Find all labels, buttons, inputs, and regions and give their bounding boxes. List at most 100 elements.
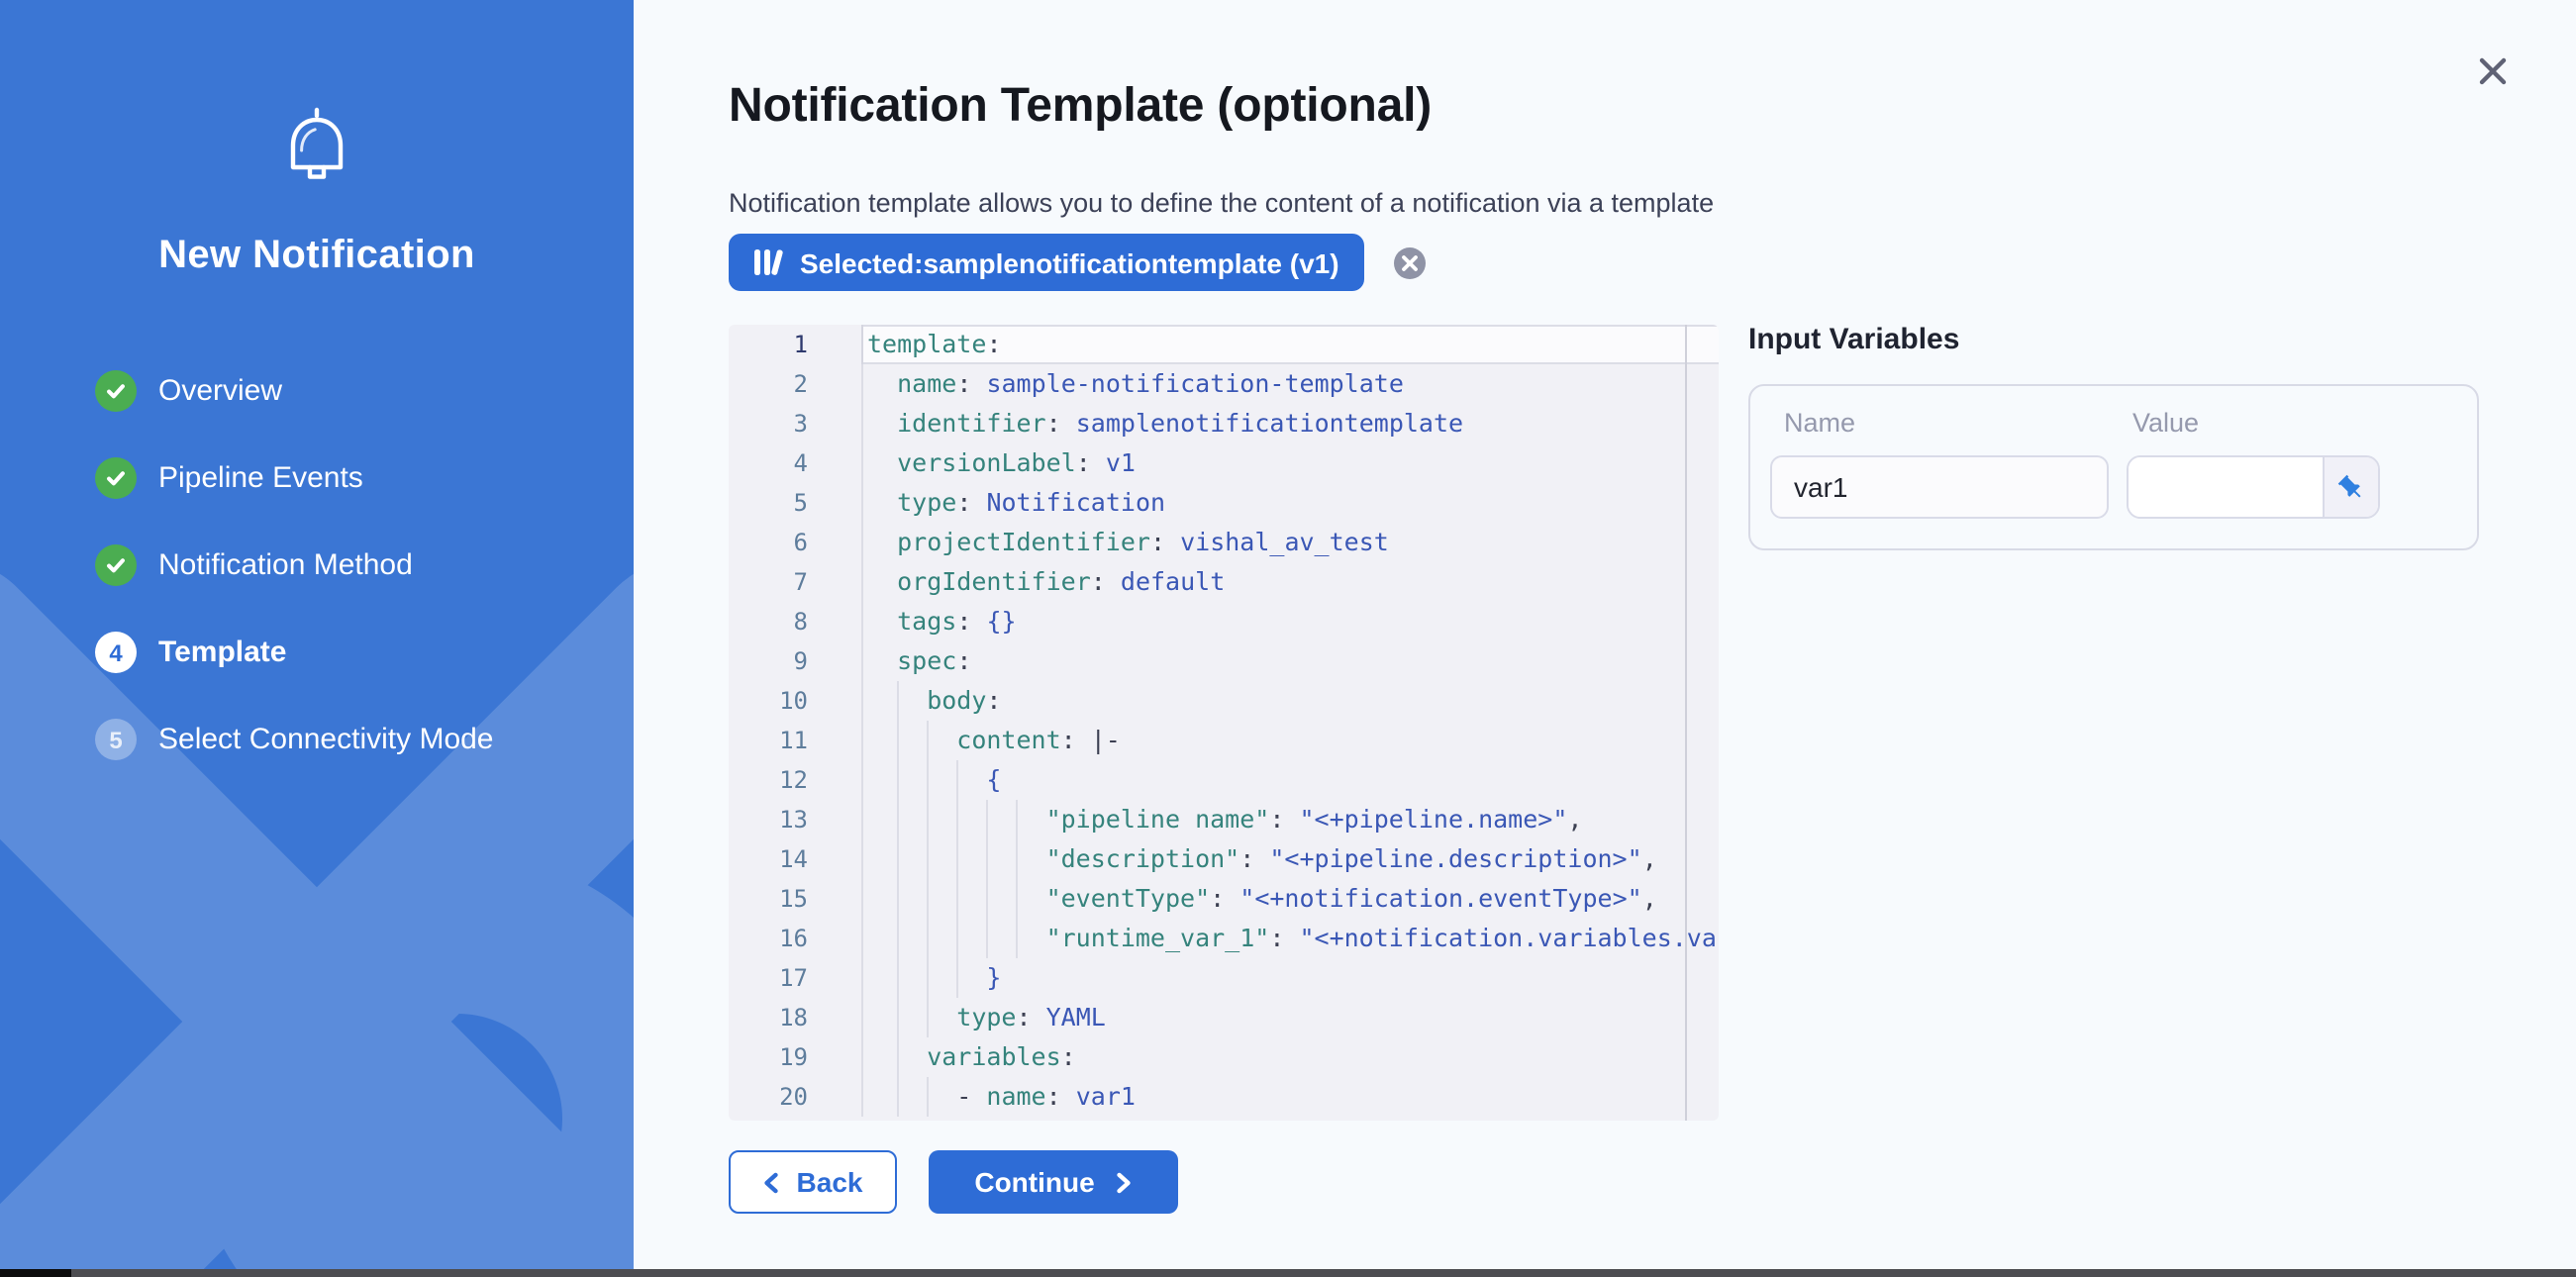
selected-template-label: Selected:samplenotificationtemplate (v1): [800, 246, 1339, 278]
chevron-right-icon: [1115, 1171, 1133, 1193]
template-library-icon: [754, 247, 784, 277]
notification-bell-icon: [277, 103, 356, 190]
remove-template-icon[interactable]: [1393, 245, 1429, 280]
step-number-badge: 4: [95, 632, 137, 673]
editor-line-14[interactable]: 14 "description": "<+pipeline.description…: [729, 839, 1719, 879]
line-number: 13: [729, 800, 808, 839]
page-subtitle: Notification template allows you to defi…: [729, 188, 1714, 218]
line-number: 14: [729, 839, 808, 879]
back-button-label: Back: [797, 1166, 863, 1198]
sidebar-step-overview[interactable]: Overview: [95, 370, 634, 412]
input-variables-box: Name Value: [1748, 384, 2479, 550]
code-text: orgIdentifier: default: [861, 562, 1719, 602]
line-number: 18: [729, 998, 808, 1037]
step-check-icon: [95, 544, 137, 586]
sidebar-step-pipeline-events[interactable]: Pipeline Events: [95, 457, 634, 499]
code-text: type: YAML: [861, 998, 1719, 1037]
editor-line-9[interactable]: 9 spec:: [729, 641, 1719, 681]
editor-line-13[interactable]: 13 "pipeline name": "<+pipeline.name>",: [729, 800, 1719, 839]
editor-line-16[interactable]: 16 "runtime_var_1": "<+notification.varia…: [729, 919, 1719, 958]
line-number: 10: [729, 681, 808, 721]
sidebar-step-notification-method[interactable]: Notification Method: [95, 544, 634, 586]
code-text: content: |-: [861, 721, 1719, 760]
code-text: versionLabel: v1: [861, 443, 1719, 483]
step-label: Overview: [158, 374, 282, 408]
back-button[interactable]: Back: [729, 1150, 897, 1214]
pin-icon: [2330, 466, 2372, 508]
wizard-title: New Notification: [0, 234, 634, 279]
pin-button[interactable]: [2323, 457, 2378, 517]
step-check-icon: [95, 457, 137, 499]
code-text: - name: var1: [861, 1077, 1719, 1117]
line-number: 8: [729, 602, 808, 641]
editor-line-5[interactable]: 5type: Notification: [729, 483, 1719, 523]
line-number: 2: [729, 364, 808, 404]
line-number: 16: [729, 919, 808, 958]
editor-line-12[interactable]: 12 {: [729, 760, 1719, 800]
editor-line-15[interactable]: 15"eventType": "<+notification.eventType…: [729, 879, 1719, 919]
chevron-left-icon: [763, 1171, 781, 1193]
line-number: 6: [729, 523, 808, 562]
variable-value-group: [2127, 455, 2380, 519]
editor-lines: 1 template: 2 name: sample-notification-tem…: [729, 325, 1719, 1117]
variable-name-input: [1770, 455, 2109, 519]
code-text: variables:: [861, 1037, 1719, 1077]
close-icon[interactable]: [2473, 51, 2513, 91]
editor-line-19[interactable]: 19 variables:: [729, 1037, 1719, 1077]
step-label: Notification Method: [158, 548, 413, 582]
page-title: Notification Template (optional): [729, 79, 1432, 135]
line-number: 7: [729, 562, 808, 602]
line-number: 17: [729, 958, 808, 998]
code-text: body:: [861, 681, 1719, 721]
editor-line-3[interactable]: 3 identifier: samplenotificationtemplate: [729, 404, 1719, 443]
template-step-panel: Notification Template (optional) Notific…: [634, 0, 2576, 1277]
editor-scrollbar[interactable]: [1685, 325, 1687, 1121]
line-number: 4: [729, 443, 808, 483]
line-number: 3: [729, 404, 808, 443]
editor-line-2[interactable]: 2 name: sample-notification-template: [729, 364, 1719, 404]
editor-line-7[interactable]: 7 orgIdentifier: default: [729, 562, 1719, 602]
editor-line-18[interactable]: 18 type: YAML: [729, 998, 1719, 1037]
column-header-value: Value: [2132, 408, 2199, 438]
code-text: spec:: [861, 641, 1719, 681]
code-text: }: [861, 958, 1719, 998]
input-variable-row: [1750, 455, 2477, 519]
code-text: "pipeline name": "<+pipeline.name>",: [861, 800, 1719, 839]
screen-bottom-bar: [0, 1269, 2576, 1277]
line-number: 11: [729, 721, 808, 760]
editor-line-4[interactable]: 4 versionLabel: v1: [729, 443, 1719, 483]
step-label: Select Connectivity Mode: [158, 723, 494, 756]
variable-value-input[interactable]: [2129, 457, 2323, 517]
editor-line-8[interactable]: 8tags: {}: [729, 602, 1719, 641]
line-number: 9: [729, 641, 808, 681]
line-number: 19: [729, 1037, 808, 1077]
editor-line-1[interactable]: 1 template:: [729, 325, 1719, 364]
line-number: 1: [729, 325, 808, 364]
code-text: "runtime_var_1": "<+notification.variabl…: [861, 919, 1719, 958]
step-label: Pipeline Events: [158, 461, 363, 495]
code-text: {: [861, 760, 1719, 800]
editor-line-6[interactable]: 6projectIdentifier: vishal_av_test: [729, 523, 1719, 562]
editor-line-20[interactable]: 20 - name: var1: [729, 1077, 1719, 1117]
editor-line-11[interactable]: 11 content: |-: [729, 721, 1719, 760]
continue-button-label: Continue: [974, 1166, 1094, 1198]
code-text: identifier: samplenotificationtemplate: [861, 404, 1719, 443]
step-number-badge: 5: [95, 719, 137, 760]
sidebar-step-select-connectivity-mode[interactable]: 5 Select Connectivity Mode: [95, 719, 634, 760]
sidebar-step-template[interactable]: 4 Template: [95, 632, 634, 673]
continue-button[interactable]: Continue: [929, 1150, 1178, 1214]
editor-line-10[interactable]: 10 body:: [729, 681, 1719, 721]
code-text: "eventType": "<+notification.eventType>"…: [861, 879, 1719, 919]
editor-line-17[interactable]: 17}: [729, 958, 1719, 998]
selected-template-chip[interactable]: Selected:samplenotificationtemplate (v1): [729, 234, 1365, 291]
code-text: name: sample-notification-template: [861, 364, 1719, 404]
line-number: 12: [729, 760, 808, 800]
step-label: Template: [158, 636, 287, 669]
wizard-steps: Overview Pipeline Events Notification Meth…: [0, 370, 634, 806]
code-text: "description": "<+pipeline.description>"…: [861, 839, 1719, 879]
yaml-editor[interactable]: 1 template: 2 name: sample-notification-tem…: [729, 325, 1719, 1121]
wizard-sidebar: New Notification Overview Pipeline Events…: [0, 0, 634, 1277]
wizard-actions: Back Continue: [729, 1150, 1178, 1214]
code-text: template:: [861, 325, 1719, 364]
line-number: 20: [729, 1077, 808, 1117]
